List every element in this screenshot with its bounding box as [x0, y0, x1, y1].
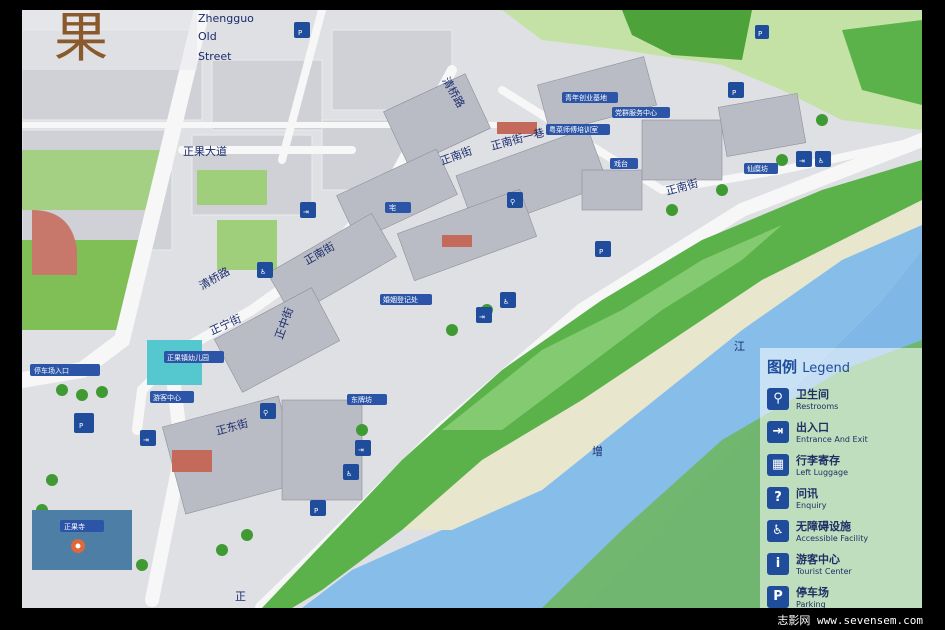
- place-marriage-office[interactable]: 婚姻登记处: [380, 294, 432, 305]
- svg-text:东牌坊: 东牌坊: [351, 395, 372, 404]
- legend-title: 图例 Legend: [767, 358, 851, 376]
- legend: 图例 Legend ⚲ 卫生间 Restrooms ⇥ 出入口 Entrance And …: [767, 356, 917, 608]
- legend-item-label: 无障碍设施: [796, 520, 851, 533]
- title-glyph: 果: [54, 10, 108, 69]
- svg-text:游客中心: 游客中心: [153, 393, 181, 402]
- road-zhengguo-avenue: 正果大道: [183, 144, 227, 158]
- place-youth-base[interactable]: 青年创业基地: [562, 92, 618, 103]
- svg-text:⇥: ⇥: [358, 446, 364, 454]
- legend-item-label: 游客中心: [796, 553, 840, 566]
- site-credit: 志影网 www.sevensem.com: [777, 614, 923, 627]
- accessible-icon[interactable]: ♿: [500, 292, 516, 308]
- svg-text:P: P: [599, 248, 603, 256]
- parking-icon: P: [767, 585, 789, 608]
- parking-icon[interactable]: P: [755, 25, 769, 39]
- enquiry-icon: ?: [767, 486, 789, 509]
- entrance-exit-icon[interactable]: ⇥: [140, 430, 156, 446]
- svg-text:⇥: ⇥: [479, 313, 485, 321]
- parking-icon[interactable]: P: [74, 413, 94, 433]
- tourist-center-icon: i: [767, 552, 789, 575]
- river-label-1: 江: [734, 340, 745, 353]
- legend-item: ♿ 无障碍设施 Accessible Facility: [767, 517, 917, 544]
- svg-text:粤菜师傅培训室: 粤菜师傅培训室: [549, 125, 598, 134]
- restroom-icon[interactable]: ⚲: [260, 403, 276, 419]
- svg-text:⚲: ⚲: [510, 198, 515, 206]
- svg-text:正果镇幼儿园: 正果镇幼儿园: [167, 353, 209, 362]
- svg-text:停车场入口: 停车场入口: [34, 366, 69, 375]
- restroom-icon[interactable]: ⚲: [507, 192, 523, 208]
- svg-text:P: P: [298, 29, 302, 37]
- place-east-pavilion[interactable]: 东牌坊: [347, 394, 387, 405]
- legend-item-caption: Enquiry: [796, 501, 827, 510]
- left-luggage-icon: ▦: [767, 453, 789, 476]
- svg-text:宅: 宅: [389, 203, 396, 212]
- svg-text:党群服务中心: 党群服务中心: [615, 108, 657, 117]
- river-label-2: 增: [592, 444, 603, 458]
- accessible-icon[interactable]: ♿: [343, 464, 359, 480]
- parking-icon[interactable]: P: [595, 241, 611, 257]
- legend-item: i 游客中心 Tourist Center: [767, 550, 917, 577]
- restroom-icon[interactable]: ♿: [257, 262, 273, 278]
- legend-item: P 停车场 Parking: [767, 583, 917, 608]
- entrance-exit-icon[interactable]: ⇥: [796, 151, 812, 167]
- title-line2: Old: [198, 30, 217, 43]
- legend-item-label: 卫生间: [796, 388, 829, 401]
- svg-text:正果寺: 正果寺: [64, 523, 85, 531]
- svg-text:⇥: ⇥: [303, 208, 309, 216]
- legend-item: ? 问讯 Enquiry: [767, 484, 917, 511]
- svg-text:P: P: [79, 422, 83, 430]
- legend-item-label: 行李寄存: [796, 454, 840, 467]
- svg-text:♿: ♿: [346, 470, 352, 478]
- svg-text:♿: ♿: [818, 157, 824, 165]
- svg-text:青年创业基地: 青年创业基地: [565, 93, 607, 102]
- place-temple[interactable]: 正果寺: [60, 520, 104, 532]
- svg-text:⚲: ⚲: [263, 409, 268, 417]
- entrance-exit-icon[interactable]: ⇥: [355, 440, 371, 456]
- legend-item: ▦ 行李寄存 Left Luggage: [767, 451, 917, 478]
- svg-text:♿: ♿: [260, 268, 266, 276]
- title-line3: Street: [198, 50, 232, 63]
- place-visitor-center[interactable]: 游客中心: [150, 391, 194, 403]
- svg-text:仙糜坊: 仙糜坊: [747, 164, 768, 173]
- legend-item: ⇥ 出入口 Entrance And Exit: [767, 418, 917, 445]
- legend-item-label: 问讯: [796, 487, 818, 500]
- legend-item-caption: Accessible Facility: [796, 534, 869, 543]
- svg-text:婚姻登记处: 婚姻登记处: [383, 295, 418, 304]
- svg-text:⇥: ⇥: [799, 157, 805, 165]
- place-zhai[interactable]: 宅: [385, 202, 411, 213]
- location-pin-icon[interactable]: [71, 539, 85, 553]
- parking-icon[interactable]: P: [294, 22, 310, 38]
- entrance-exit-icon[interactable]: ⇥: [300, 202, 316, 218]
- legend-item-caption: Parking: [796, 600, 826, 608]
- place-xianmo-pavilion[interactable]: 仙糜坊: [744, 163, 778, 174]
- svg-text:P: P: [314, 507, 318, 515]
- svg-text:P: P: [758, 30, 762, 38]
- entrance-exit-icon[interactable]: ⇥: [476, 307, 492, 323]
- place-theatre[interactable]: 戏台: [610, 158, 638, 169]
- legend-item-caption: Restrooms: [796, 402, 839, 411]
- road-bottom: 正: [235, 590, 246, 603]
- accessible-icon: ♿: [767, 519, 789, 542]
- place-parking-entrance[interactable]: 停车场入口: [30, 364, 100, 376]
- legend-item-caption: Entrance And Exit: [796, 435, 868, 444]
- accessible-icon[interactable]: ♿: [815, 151, 831, 167]
- map-frame: 果 Zhengguo Old Street 正果大道 清桥路 清桥路 正南街 正…: [22, 10, 922, 608]
- legend-item: ⚲ 卫生间 Restrooms: [767, 385, 917, 412]
- svg-text:⇥: ⇥: [143, 436, 149, 444]
- parking-icon[interactable]: P: [310, 500, 326, 516]
- parking-icon[interactable]: P: [728, 82, 744, 98]
- legend-item-caption: Tourist Center: [796, 567, 852, 576]
- svg-text:戏台: 戏台: [614, 159, 628, 168]
- entrance-exit-icon: ⇥: [767, 420, 789, 443]
- legend-item-label: 出入口: [796, 421, 829, 434]
- svg-text:♿: ♿: [503, 298, 509, 306]
- title-line1: Zhengguo: [198, 12, 254, 25]
- place-kindergarten[interactable]: 正果镇幼儿园: [164, 351, 224, 363]
- restroom-icon: ⚲: [767, 387, 789, 410]
- place-party-center[interactable]: 党群服务中心: [612, 107, 670, 118]
- legend-item-caption: Left Luggage: [796, 468, 849, 477]
- legend-item-label: 停车场: [796, 586, 829, 599]
- place-chef-training[interactable]: 粤菜师傅培训室: [546, 124, 610, 135]
- svg-text:P: P: [732, 89, 736, 97]
